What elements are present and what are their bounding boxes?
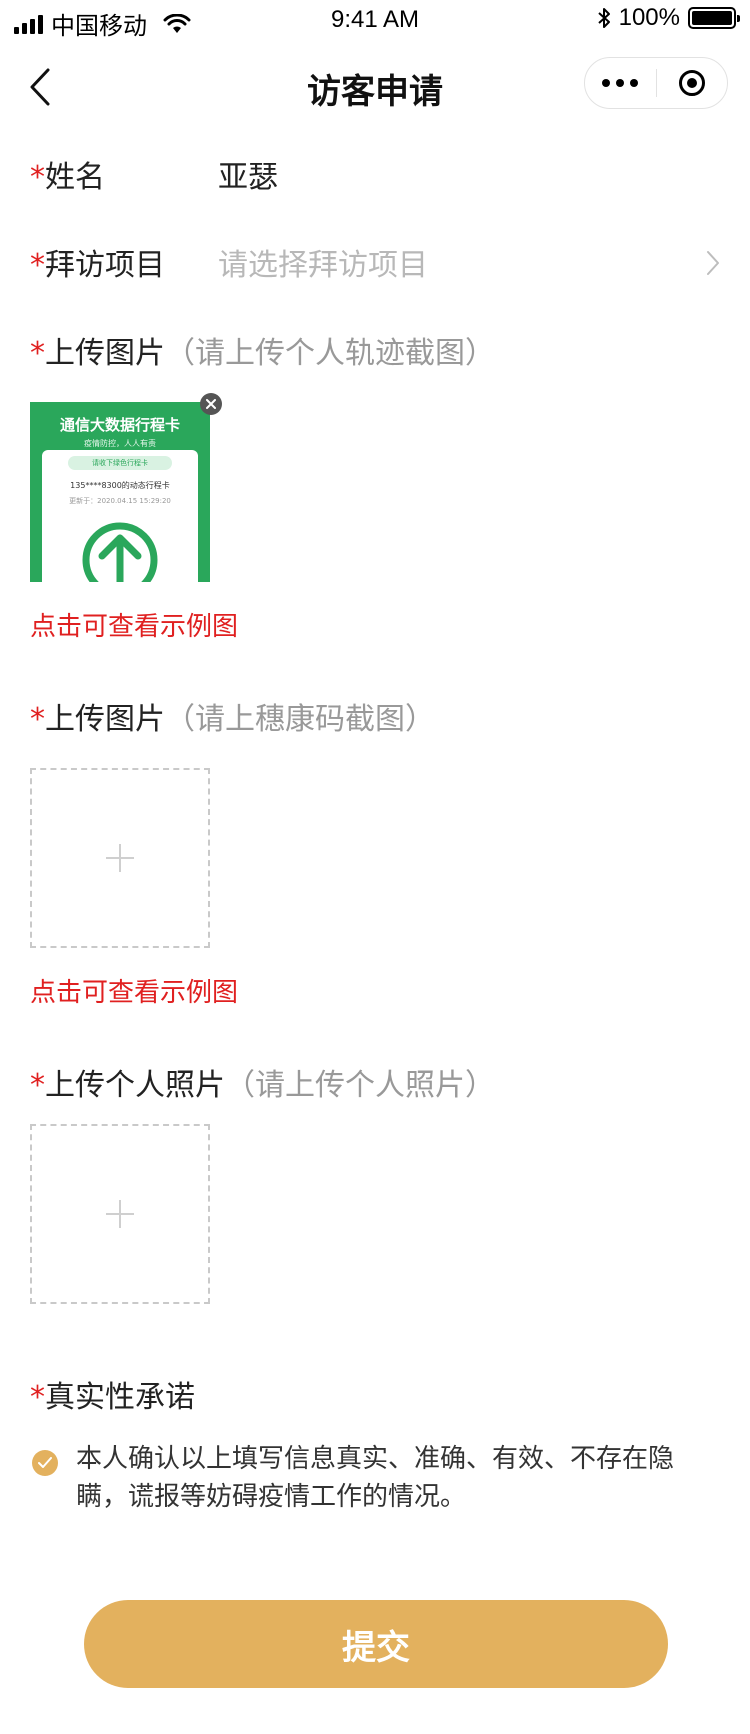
thumb-line1: 135****8300的动态行程卡: [70, 481, 170, 490]
chevron-right-icon[interactable]: [706, 250, 720, 276]
name-label: 姓名: [45, 160, 105, 195]
required-mark: *: [30, 336, 45, 371]
thumb-line2: 更新于：2020.04.15 15:29:20: [69, 497, 171, 505]
commitment-text: 本人确认以上填写信息真实、准确、有效、不存在隐瞒，谎报等妨碍疫情工作的情况。: [76, 1444, 675, 1512]
example-link-2[interactable]: 点击可查看示例图: [30, 972, 238, 1009]
battery-icon: [688, 7, 740, 29]
visit-row: *拜访项目: [30, 240, 165, 284]
battery-percent: 100%: [618, 4, 680, 31]
upload-trace-label: 上传图片: [45, 336, 165, 371]
required-mark: *: [30, 1068, 45, 1103]
upload-health-code-label: 上传图片: [45, 702, 165, 737]
more-button[interactable]: [585, 58, 656, 108]
check-icon: [38, 1457, 52, 1468]
bluetooth-icon: [597, 8, 610, 28]
visit-label: 拜访项目: [45, 248, 165, 283]
upload-photo-hint: （请上传个人照片）: [225, 1068, 495, 1103]
upload-trace-hint: （请上传个人轨迹截图）: [165, 336, 495, 371]
uploaded-image-thumbnail[interactable]: 通信大数据行程卡 疫情防控，人人有责 请收下绿色行程卡 135****8300的…: [30, 402, 210, 582]
status-bar: 中国移动 9:41 AM 100%: [0, 0, 750, 44]
nav-bar: 访客申请: [0, 44, 750, 132]
example-link-1[interactable]: 点击可查看示例图: [30, 606, 238, 643]
required-mark: *: [30, 1380, 45, 1415]
close-icon: [206, 399, 216, 409]
arrow-up-circle-icon: [82, 522, 158, 582]
plus-icon: [106, 1200, 134, 1228]
name-value[interactable]: 亚瑟: [218, 152, 278, 196]
commitment-label: 真实性承诺: [45, 1380, 195, 1415]
name-row: *姓名: [30, 152, 105, 196]
thumb-card: 请收下绿色行程卡 135****8300的动态行程卡 更新于：2020.04.1…: [42, 450, 198, 582]
thumb-pill: 请收下绿色行程卡: [68, 456, 172, 470]
upload-health-code-hint: （请上穗康码截图）: [165, 702, 435, 737]
upload-trace-row: *上传图片（请上传个人轨迹截图）: [30, 328, 495, 372]
target-icon: [678, 70, 705, 96]
required-mark: *: [30, 160, 45, 195]
agree-checkbox[interactable]: [32, 1450, 58, 1476]
upload-health-code-row: *上传图片（请上穗康码截图）: [30, 694, 435, 738]
visit-project-select[interactable]: 请选择拜访项目: [218, 240, 428, 284]
plus-icon: [106, 844, 134, 872]
upload-photo-row: *上传个人照片（请上传个人照片）: [30, 1060, 495, 1104]
thumb-subtitle: 疫情防控，人人有责: [84, 439, 156, 448]
upload-photo-label: 上传个人照片: [45, 1068, 225, 1103]
thumb-title: 通信大数据行程卡: [59, 416, 180, 434]
remove-image-button[interactable]: [200, 393, 222, 415]
mini-program-capsule: [584, 57, 728, 109]
status-right: 100%: [597, 4, 740, 32]
upload-photo-box[interactable]: [30, 1124, 210, 1304]
close-mini-program-button[interactable]: [657, 58, 728, 108]
submit-button[interactable]: 提交: [84, 1600, 668, 1688]
required-mark: *: [30, 702, 45, 737]
upload-health-code-box[interactable]: [30, 768, 210, 948]
required-mark: *: [30, 248, 45, 283]
commitment-row: *真实性承诺: [30, 1372, 195, 1416]
